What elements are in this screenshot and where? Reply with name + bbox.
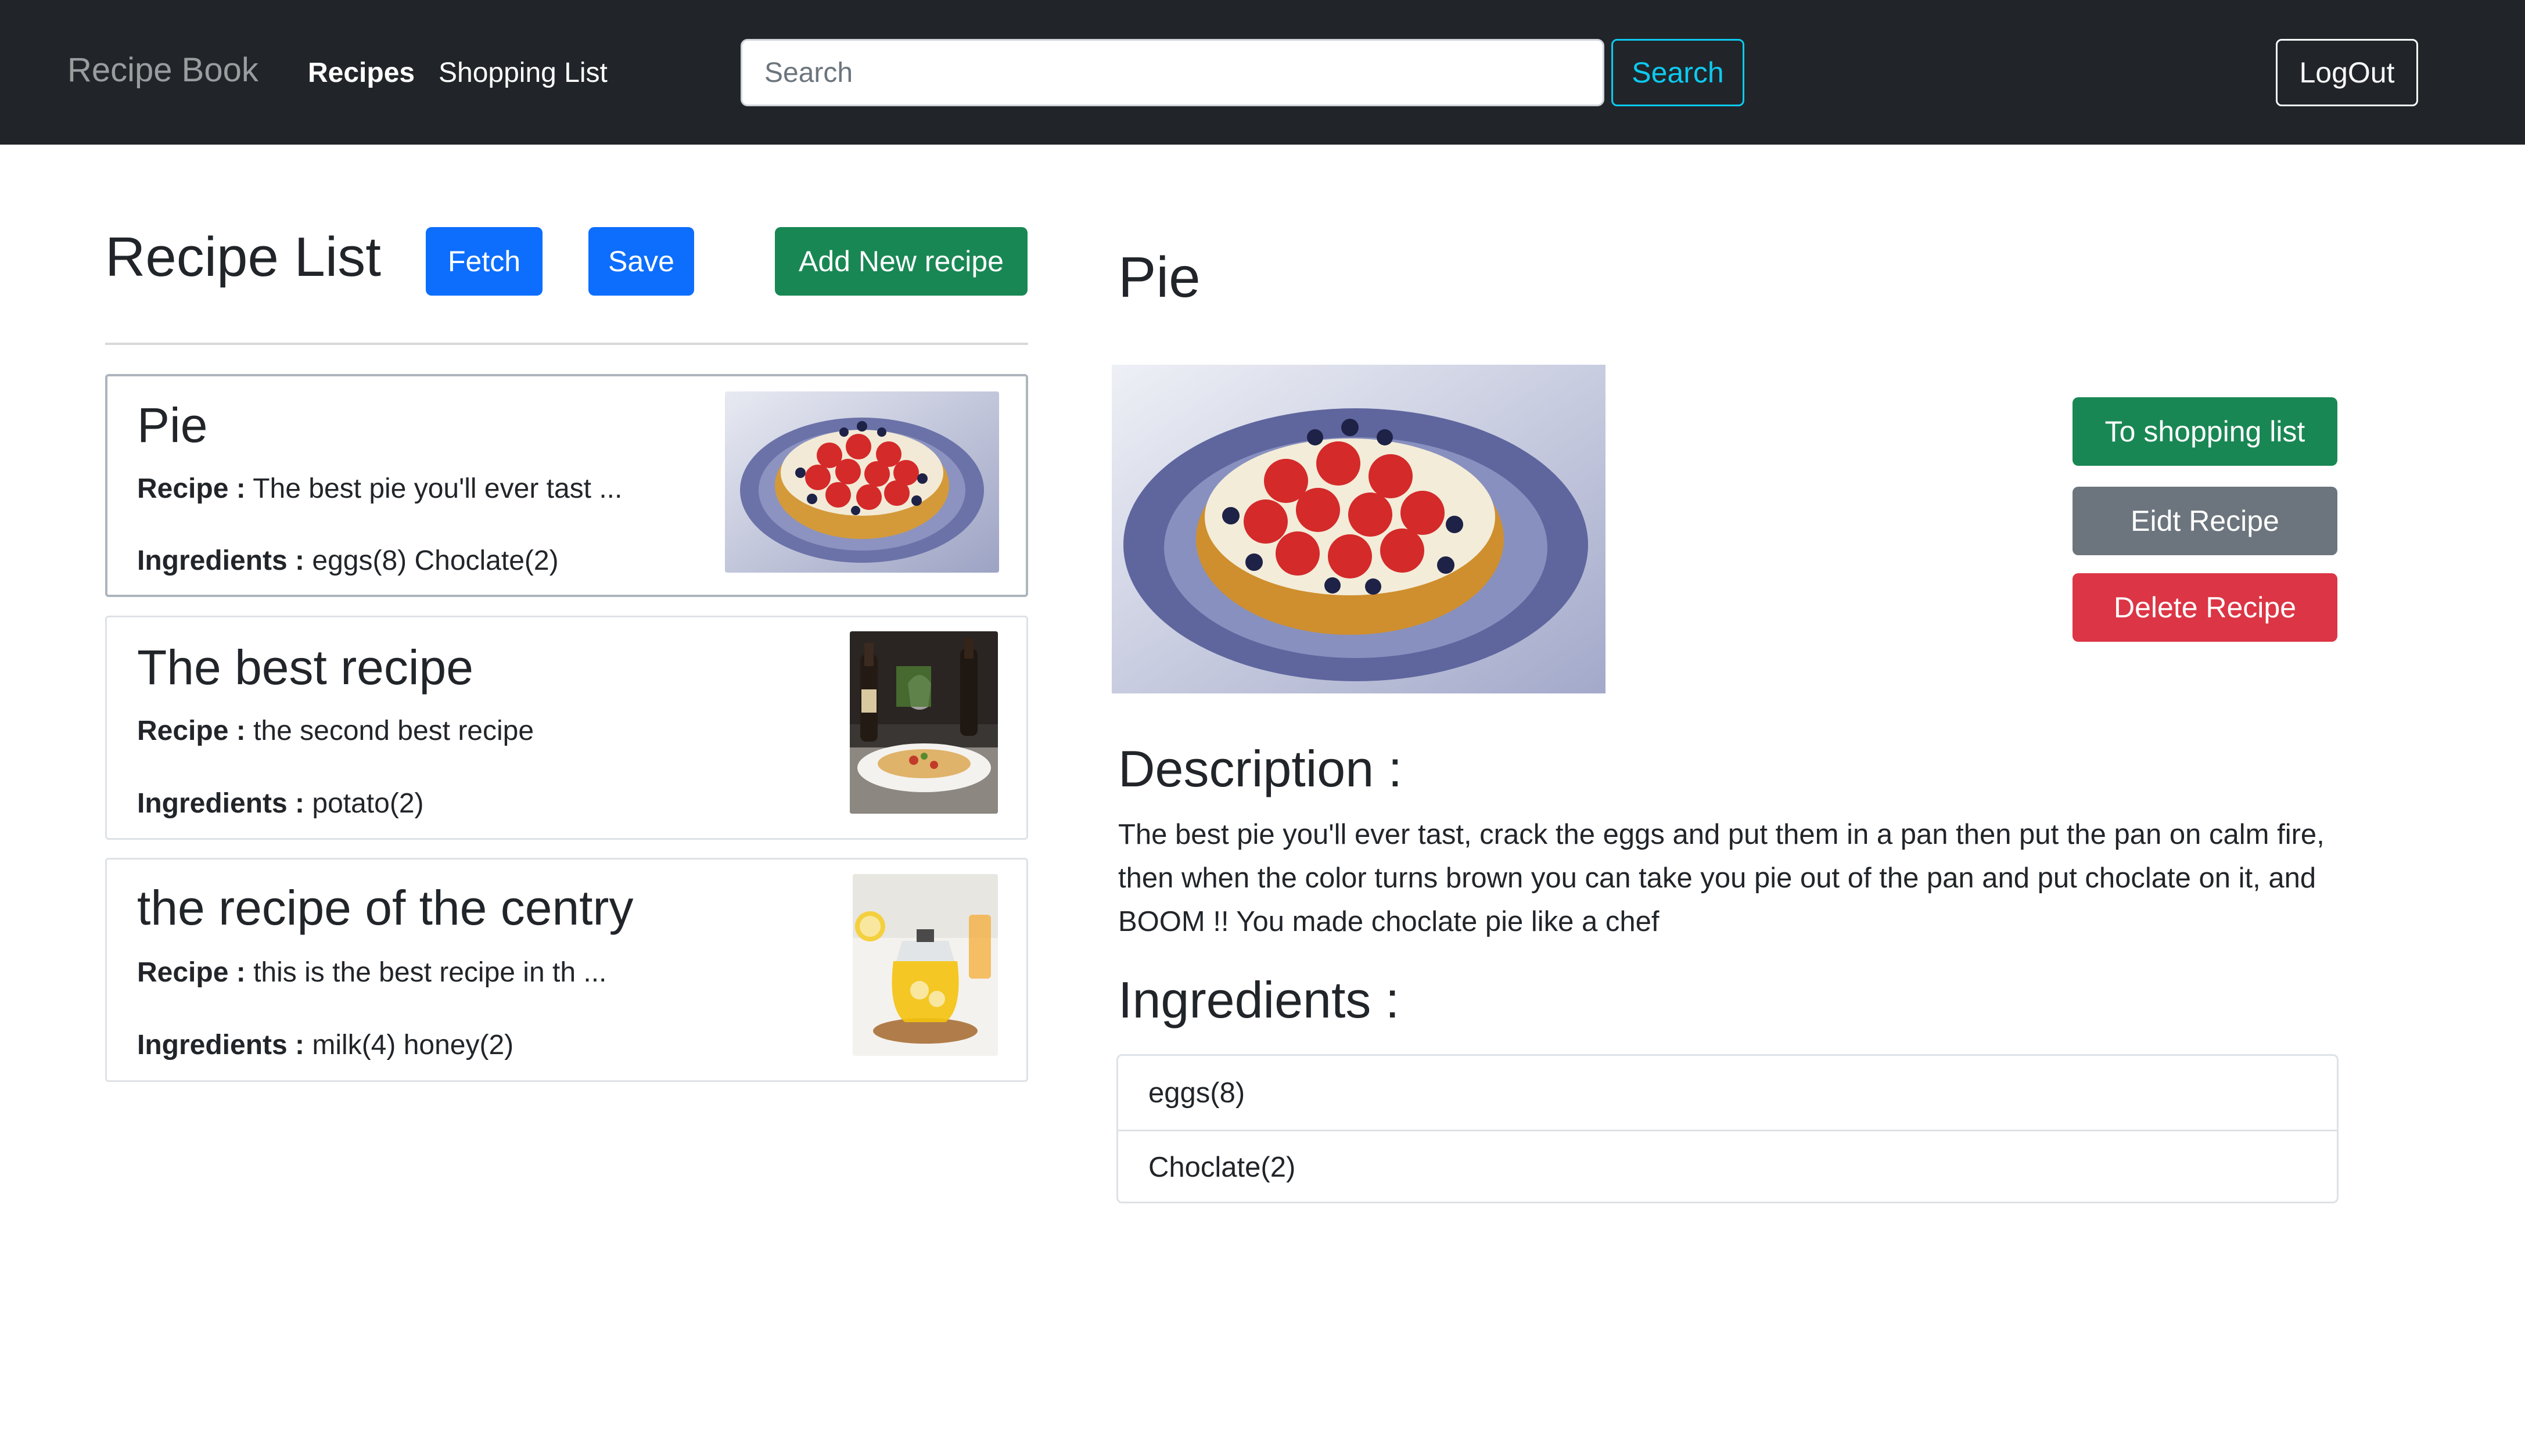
recipe-card-name: the recipe of the centry — [137, 880, 634, 935]
recipe-list-title: Recipe List — [105, 226, 381, 288]
ingredient-item: eggs(8) — [1148, 1077, 1245, 1109]
recipe-card-name: Pie — [137, 398, 208, 452]
ingredient-item: Choclate(2) — [1118, 1130, 2337, 1203]
recipe-text: The best pie you'll ever tast ... — [253, 473, 623, 504]
ingredients-heading: Ingredients : — [1118, 971, 1400, 1029]
ingredients-list: eggs(8) Choclate(2) — [1116, 1054, 2339, 1203]
add-new-recipe-button[interactable]: Add New recipe — [775, 227, 1028, 296]
nav-link-recipes[interactable]: Recipes — [308, 59, 415, 87]
recipe-card-name: The best recipe — [137, 640, 473, 695]
edit-recipe-button[interactable]: Eidt Recipe — [2073, 487, 2337, 555]
page: Recipe Book Recipes Shopping List Search… — [0, 0, 2525, 1456]
to-shopping-list-button[interactable]: To shopping list — [2073, 397, 2337, 466]
pasta-wine-image — [850, 631, 998, 814]
ingredients-label: Ingredients : — [137, 545, 305, 576]
strawberry-tart-image — [725, 391, 999, 573]
recipe-card-ingredients: Ingredients : eggs(8) Choclate(2) — [137, 547, 559, 575]
recipe-label: Recipe : — [137, 716, 246, 746]
save-button[interactable]: Save — [588, 227, 694, 296]
recipe-text: the second best recipe — [253, 716, 534, 746]
recipe-card[interactable]: The best recipe Recipe : the second best… — [105, 616, 1028, 840]
recipe-card-ingredients: Ingredients : potato(2) — [137, 790, 424, 818]
recipe-card-recipe: Recipe : this is the best recipe in th .… — [137, 959, 606, 987]
recipe-text: this is the best recipe in th ... — [253, 957, 607, 988]
nav-link-shopping-list[interactable]: Shopping List — [439, 59, 608, 87]
fetch-button[interactable]: Fetch — [426, 227, 543, 296]
ingredients-text: milk(4) honey(2) — [312, 1030, 514, 1060]
ingredients-text: eggs(8) Choclate(2) — [312, 545, 559, 576]
ingredients-text: potato(2) — [312, 788, 424, 819]
recipe-label: Recipe : — [137, 473, 246, 504]
lemon-tea-image — [853, 874, 998, 1056]
navbar: Recipe Book Recipes Shopping List Search… — [0, 0, 2525, 145]
recipe-label: Recipe : — [137, 957, 246, 988]
logout-button[interactable]: LogOut — [2276, 39, 2418, 106]
list-divider — [105, 343, 1028, 345]
recipe-card[interactable]: the recipe of the centry Recipe : this i… — [105, 858, 1028, 1082]
search-button[interactable]: Search — [1611, 39, 1744, 106]
ingredients-label: Ingredients : — [137, 788, 305, 819]
description-text: The best pie you'll ever tast, crack the… — [1118, 819, 2325, 937]
ingredients-label: Ingredients : — [137, 1030, 305, 1060]
recipe-card-ingredients: Ingredients : milk(4) honey(2) — [137, 1031, 513, 1059]
search-input[interactable] — [741, 39, 1604, 106]
recipe-card-recipe: Recipe : the second best recipe — [137, 717, 534, 745]
description-heading: Description : — [1118, 740, 1403, 797]
navbar-brand[interactable]: Recipe Book — [67, 53, 258, 87]
strawberry-tart-image — [1112, 365, 1605, 693]
recipe-card-recipe: Recipe : The best pie you'll ever tast .… — [137, 475, 622, 503]
recipe-card[interactable]: Pie Recipe : The best pie you'll ever ta… — [105, 374, 1028, 597]
recipe-detail-name: Pie — [1118, 245, 1201, 309]
delete-recipe-button[interactable]: Delete Recipe — [2073, 573, 2337, 642]
